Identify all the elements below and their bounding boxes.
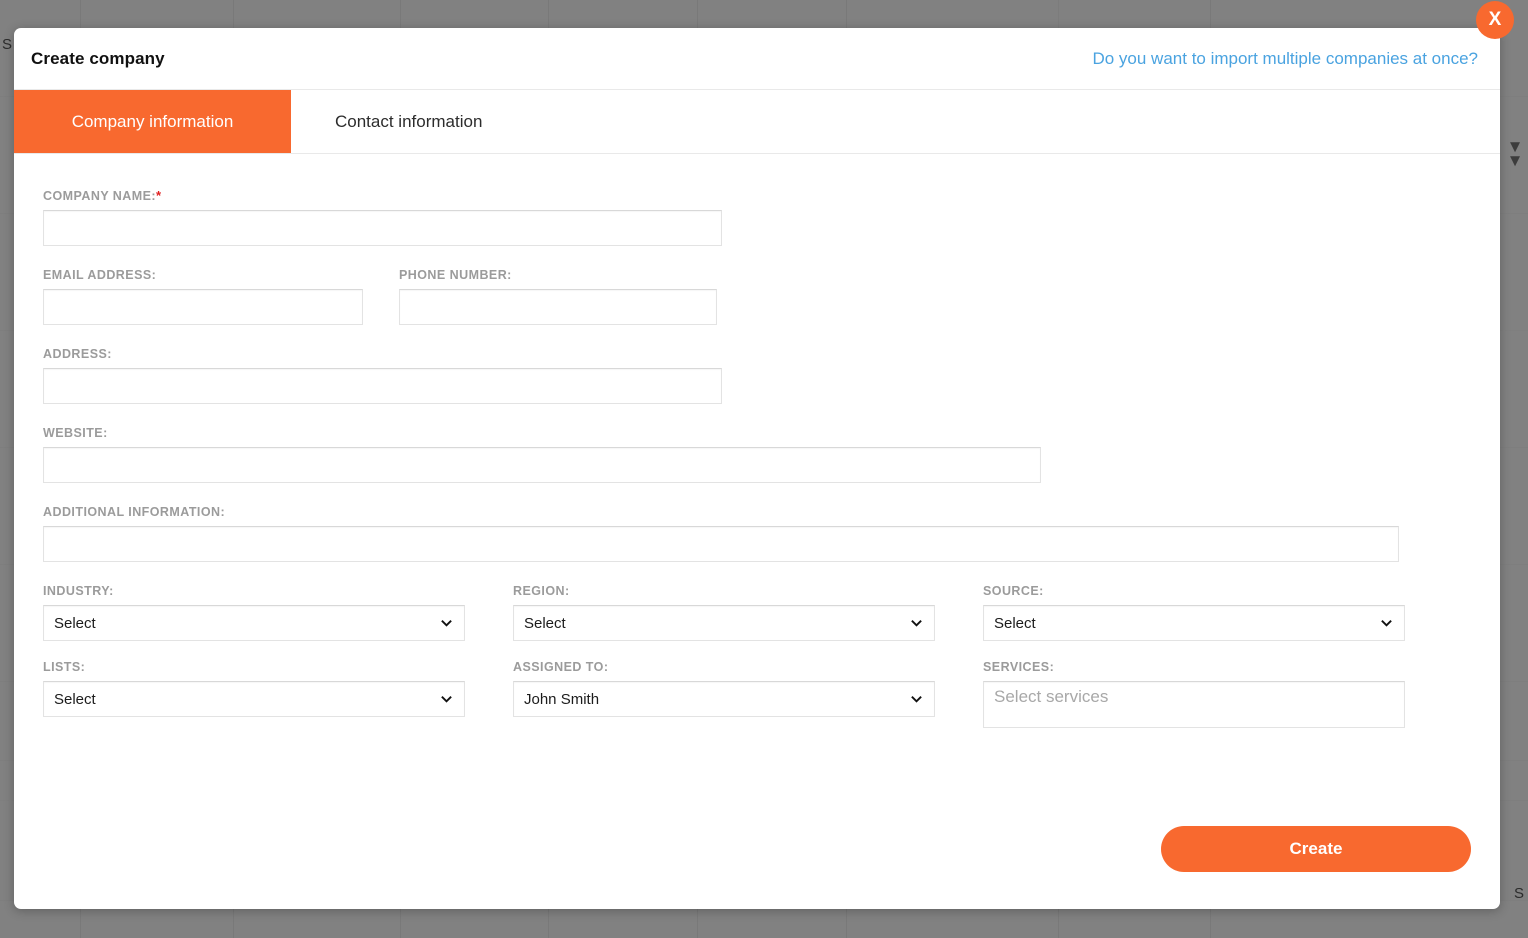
phone-number-input[interactable]	[399, 289, 717, 325]
region-select[interactable]: Select	[513, 605, 935, 641]
chevron-down-icon	[910, 693, 923, 706]
additional-information-input[interactable]	[43, 526, 1399, 562]
address-label: ADDRESS:	[43, 347, 1471, 361]
industry-select[interactable]: Select	[43, 605, 465, 641]
modal-footer: Create	[14, 789, 1500, 909]
page-title: Create company	[31, 49, 165, 69]
website-label: WEBSITE:	[43, 426, 1471, 440]
assigned-to-select-value: John Smith	[524, 691, 599, 708]
lists-field-group: LISTS: Select	[43, 660, 465, 728]
assigned-to-select[interactable]: John Smith	[513, 681, 935, 717]
lists-select-value: Select	[54, 691, 96, 708]
assigned-to-field-group: ASSIGNED TO: John Smith	[513, 660, 935, 728]
import-multiple-companies-link[interactable]: Do you want to import multiple companies…	[1092, 49, 1478, 69]
source-label: SOURCE:	[983, 584, 1405, 598]
tab-contact-information[interactable]: Contact information	[291, 90, 526, 153]
create-button[interactable]: Create	[1161, 826, 1471, 872]
create-company-modal: Create company Do you want to import mul…	[14, 28, 1500, 909]
company-name-field-group: COMPANY NAME:*	[43, 188, 1471, 246]
background-text-fragment: S	[2, 36, 12, 53]
email-address-input[interactable]	[43, 289, 363, 325]
tab-bar: Company information Contact information	[14, 90, 1500, 154]
additional-information-label: ADDITIONAL INFORMATION:	[43, 505, 1471, 519]
industry-field-group: INDUSTRY: Select	[43, 584, 465, 641]
email-address-field-group: EMAIL ADDRESS:	[43, 268, 363, 325]
required-asterisk: *	[156, 188, 162, 203]
website-input[interactable]	[43, 447, 1041, 483]
additional-information-field-group: ADDITIONAL INFORMATION:	[43, 505, 1471, 562]
source-select-value: Select	[994, 615, 1036, 632]
services-field-group: SERVICES: Select services	[983, 660, 1405, 728]
assigned-to-label: ASSIGNED TO:	[513, 660, 935, 674]
chevron-down-icon	[1380, 617, 1393, 630]
source-select[interactable]: Select	[983, 605, 1405, 641]
region-label: REGION:	[513, 584, 935, 598]
phone-number-field-group: PHONE NUMBER:	[399, 268, 717, 325]
industry-label: INDUSTRY:	[43, 584, 465, 598]
email-phone-row: EMAIL ADDRESS: PHONE NUMBER:	[43, 268, 1471, 325]
services-multiselect[interactable]: Select services	[983, 681, 1405, 728]
region-select-value: Select	[524, 615, 566, 632]
source-field-group: SOURCE: Select	[983, 584, 1405, 641]
lists-label: LISTS:	[43, 660, 465, 674]
industry-select-value: Select	[54, 615, 96, 632]
services-placeholder: Select services	[994, 687, 1108, 707]
double-chevron-down-icon: ▼▼	[1504, 140, 1526, 184]
phone-number-label: PHONE NUMBER:	[399, 268, 717, 282]
website-field-group: WEBSITE:	[43, 426, 1471, 483]
chevron-down-icon	[440, 617, 453, 630]
email-address-label: EMAIL ADDRESS:	[43, 268, 363, 282]
address-field-group: ADDRESS:	[43, 347, 1471, 404]
background-panel	[975, 0, 1125, 28]
attributes-grid: INDUSTRY: Select REGION: Select SOURCE: …	[43, 584, 1471, 728]
background-panel	[1502, 330, 1528, 447]
chevron-down-icon	[910, 617, 923, 630]
background-text-fragment: S	[1514, 885, 1524, 902]
chevron-down-icon	[440, 693, 453, 706]
services-label: SERVICES:	[983, 660, 1405, 674]
company-name-label: COMPANY NAME:*	[43, 188, 1471, 203]
lists-select[interactable]: Select	[43, 681, 465, 717]
close-icon[interactable]: X	[1476, 1, 1514, 39]
region-field-group: REGION: Select	[513, 584, 935, 641]
modal-header: Create company Do you want to import mul…	[14, 28, 1500, 90]
company-information-form: COMPANY NAME:* EMAIL ADDRESS: PHONE NUMB…	[14, 154, 1500, 854]
company-name-input[interactable]	[43, 210, 722, 246]
tab-company-information[interactable]: Company information	[14, 90, 291, 153]
address-input[interactable]	[43, 368, 722, 404]
company-name-label-text: COMPANY NAME:	[43, 189, 156, 203]
